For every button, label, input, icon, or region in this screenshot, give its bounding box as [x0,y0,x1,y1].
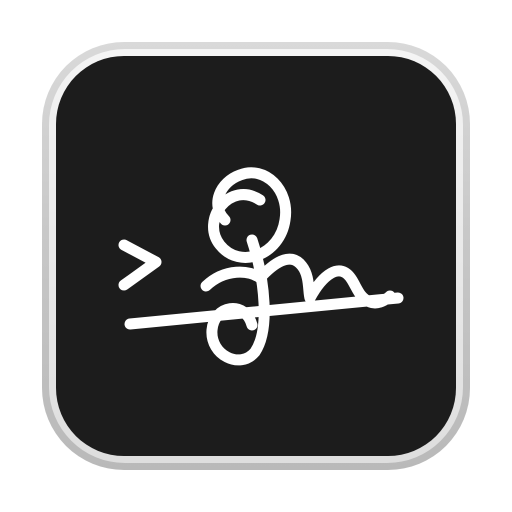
signature-app-icon[interactable] [40,40,472,472]
icon-canvas [0,0,512,512]
